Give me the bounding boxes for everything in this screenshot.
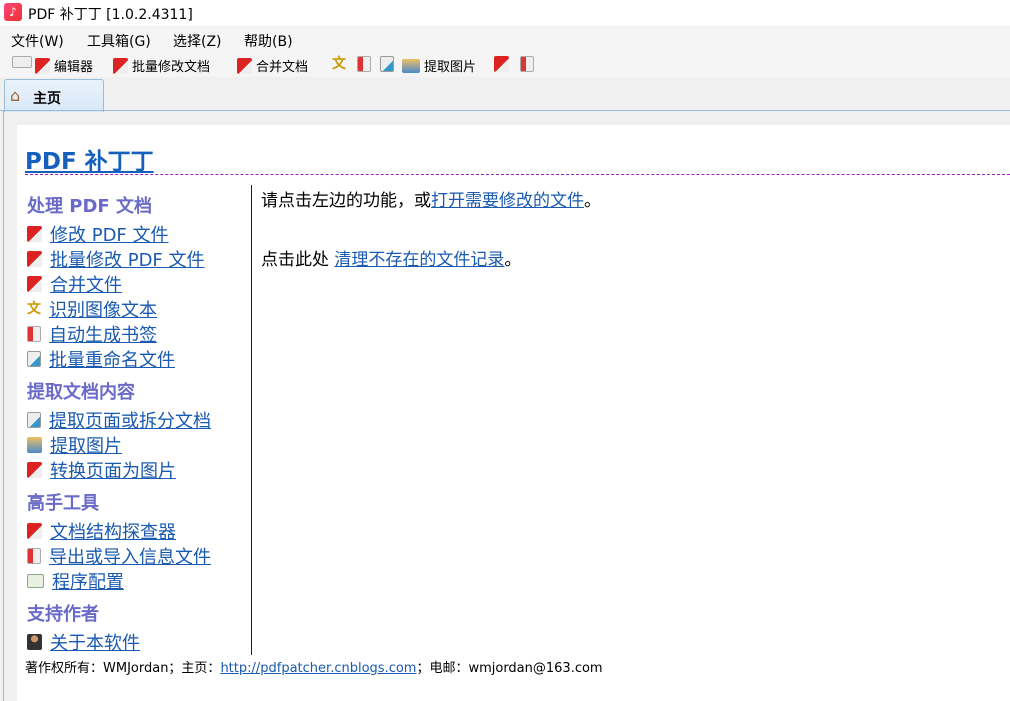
section-title: 处理 PDF 文档 — [27, 196, 152, 217]
link-info-file[interactable]: 导出或导入信息文件 — [27, 543, 211, 569]
merge-icon — [27, 276, 42, 292]
link-label[interactable]: 导出或导入信息文件 — [49, 543, 211, 569]
link-batch-edit[interactable]: 批量修改 PDF 文件 — [27, 246, 205, 272]
image-icon — [27, 437, 42, 453]
bookmark-icon — [27, 326, 41, 342]
image-icon — [402, 58, 420, 73]
merge-icon — [237, 57, 252, 74]
link-label[interactable]: 自动生成书签 — [49, 321, 157, 347]
extract-images-button[interactable]: 提取图片 — [402, 56, 476, 75]
open-file-link[interactable]: 打开需要修改的文件 — [431, 191, 584, 211]
link-extract-images[interactable]: 提取图片 — [27, 432, 122, 458]
batch-edit-button[interactable]: 批量修改文档 — [113, 56, 210, 75]
batch-edit-label: 批量修改文档 — [132, 60, 211, 75]
extract-images-label: 提取图片 — [424, 60, 477, 75]
intro-text: 请点击左边的功能，或 — [261, 191, 431, 211]
tab-label: 主页 — [33, 91, 61, 107]
homepage-link[interactable]: http://pdfpatcher.cnblogs.com — [220, 661, 416, 676]
link-inspector[interactable]: 文档结构探查器 — [27, 518, 176, 544]
toolbar: 编辑器 批量修改文档 合并文档 文 提取图片 — [0, 51, 1010, 77]
editor-button[interactable]: 编辑器 — [35, 56, 93, 75]
title-bar: ♪ PDF 补丁丁 [1.0.2.4311] — [0, 0, 1010, 26]
section-title: 高手工具 — [27, 493, 99, 514]
extract-pages-icon — [27, 412, 41, 428]
link-label[interactable]: 关于本软件 — [50, 629, 140, 655]
settings-icon — [27, 574, 44, 588]
ocr-icon: 文 — [27, 301, 41, 317]
link-merge[interactable]: 合并文件 — [27, 271, 122, 297]
menu-file[interactable]: 文件(W) — [11, 31, 64, 51]
pdf-batch-icon — [27, 251, 42, 267]
export-icon — [520, 56, 534, 72]
editor-label: 编辑器 — [54, 60, 94, 75]
app-icon: ♪ — [4, 3, 22, 21]
cleanup-line: 点击此处 清理不存在的文件记录。 — [261, 245, 521, 270]
menu-toolbox[interactable]: 工具箱(G) — [87, 31, 151, 51]
divider — [25, 174, 1010, 175]
link-ocr[interactable]: 文识别图像文本 — [27, 296, 157, 322]
link-label[interactable]: 提取图片 — [50, 432, 122, 458]
render-icon — [27, 462, 42, 478]
link-label[interactable]: 识别图像文本 — [49, 296, 157, 322]
ocr-button[interactable]: 文 — [332, 56, 346, 72]
link-label[interactable]: 修改 PDF 文件 — [50, 221, 169, 247]
link-label[interactable]: 合并文件 — [50, 271, 122, 297]
link-edit-pdf[interactable]: 修改 PDF 文件 — [27, 221, 169, 247]
export-icon — [27, 548, 41, 564]
menu-help[interactable]: 帮助(B) — [244, 31, 293, 51]
inspector-icon — [27, 523, 42, 539]
intro-line: 请点击左边的功能，或打开需要修改的文件。 — [261, 186, 601, 211]
link-about[interactable]: 关于本软件 — [27, 629, 140, 655]
cleanup-suffix: 。 — [504, 250, 522, 270]
footer: 著作权所有：WMJordan；主页：http://pdfpatcher.cnbl… — [25, 657, 603, 676]
column-divider — [251, 185, 252, 655]
link-label[interactable]: 批量重命名文件 — [49, 346, 175, 372]
link-label[interactable]: 文档结构探查器 — [50, 518, 176, 544]
user-icon — [27, 634, 42, 650]
link-label[interactable]: 提取页面或拆分文档 — [49, 407, 211, 433]
tab-divider — [0, 110, 1010, 111]
link-bookmarks[interactable]: 自动生成书签 — [27, 321, 157, 347]
cleanup-link[interactable]: 清理不存在的文件记录 — [334, 250, 504, 270]
link-extract-pages[interactable]: 提取页面或拆分文档 — [27, 407, 211, 433]
frame-border — [3, 111, 4, 701]
pdf-edit-icon — [27, 226, 42, 242]
intro-suffix: 。 — [584, 191, 601, 211]
copyright-text: 著作权所有：WMJordan；主页： — [25, 661, 221, 676]
extract-pages-button[interactable] — [380, 56, 394, 72]
section-title: 支持作者 — [27, 604, 99, 625]
extract-pages-icon — [380, 56, 394, 72]
ocr-icon: 文 — [332, 56, 346, 72]
merge-label: 合并文档 — [256, 60, 309, 75]
link-label[interactable]: 批量修改 PDF 文件 — [50, 246, 205, 272]
link-label[interactable]: 转换页面为图片 — [50, 457, 176, 483]
pdf-batch-icon — [113, 57, 128, 74]
page-title[interactable]: PDF 补丁丁 — [25, 142, 154, 176]
email-text: ；电邮：wmjordan@163.com — [416, 661, 603, 676]
link-settings[interactable]: 程序配置 — [27, 568, 124, 594]
menu-select[interactable]: 选择(Z) — [173, 31, 222, 51]
render-icon — [494, 56, 509, 72]
bookmark-button[interactable] — [357, 56, 371, 72]
export-info-button[interactable] — [520, 56, 534, 72]
rename-icon — [27, 351, 41, 367]
home-icon: ⌂ — [10, 86, 21, 105]
merge-button[interactable]: 合并文档 — [237, 56, 308, 75]
cleanup-text: 点击此处 — [261, 250, 335, 270]
section-title: 提取文档内容 — [27, 382, 135, 403]
pdf-edit-icon — [35, 57, 50, 74]
menu-bar: 文件(W) 工具箱(G) 选择(Z) 帮助(B) — [0, 27, 1010, 51]
bookmark-icon — [357, 56, 371, 72]
tab-home[interactable]: ⌂ 主页 — [4, 79, 104, 112]
window-title: PDF 补丁丁 [1.0.2.4311] — [28, 7, 193, 23]
toolbar-options-icon[interactable] — [12, 56, 32, 68]
link-rename[interactable]: 批量重命名文件 — [27, 346, 175, 372]
link-render-pages[interactable]: 转换页面为图片 — [27, 457, 176, 483]
render-pages-button[interactable] — [494, 56, 509, 72]
link-label[interactable]: 程序配置 — [52, 568, 124, 594]
